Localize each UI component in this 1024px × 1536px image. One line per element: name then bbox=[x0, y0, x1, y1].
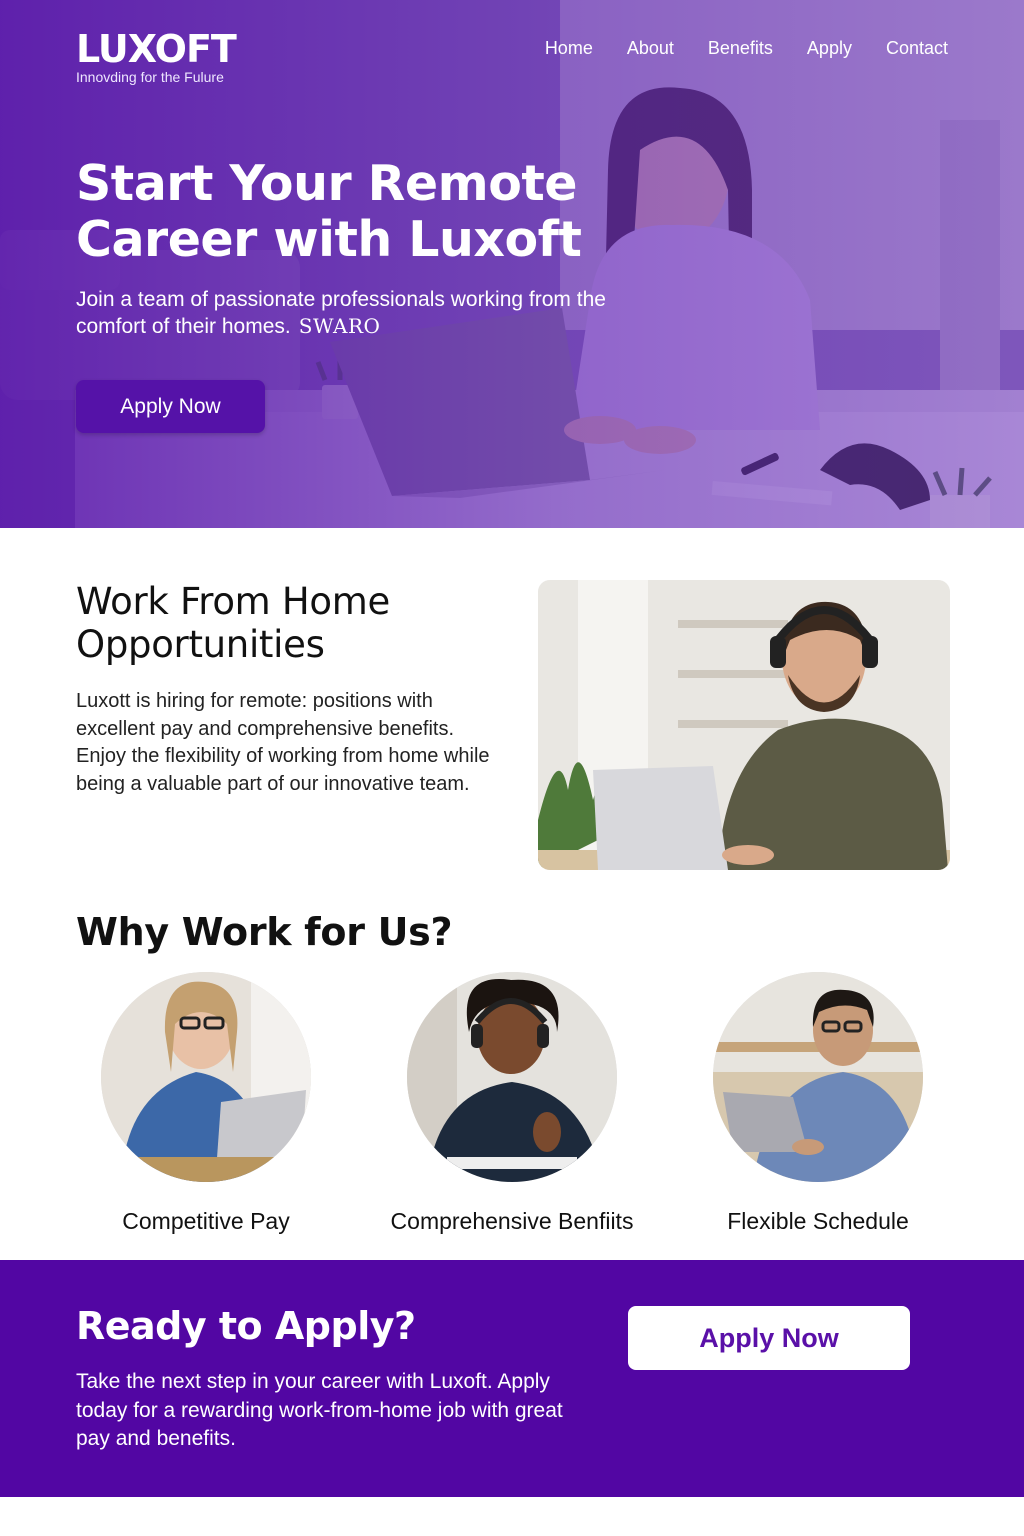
hero-apply-button[interactable]: Apply Now bbox=[76, 380, 265, 433]
nav-contact[interactable]: Contact bbox=[886, 38, 948, 59]
hero-section: LUXOFT Innovding for the Fulure Home Abo… bbox=[0, 0, 1024, 528]
feature-label-pay: Competitive Pay bbox=[122, 1208, 290, 1234]
nav-home[interactable]: Home bbox=[545, 38, 593, 59]
feature-label-benefits: Comprehensive Benfiits bbox=[390, 1208, 634, 1234]
feature-competitive-pay: Competitive Pay bbox=[56, 972, 356, 1235]
feature-flexible-schedule: Flexible Schedule bbox=[668, 972, 968, 1235]
cta-title: Ready to Apply? bbox=[76, 1304, 416, 1348]
opportunities-title: Work From Home Opportunities bbox=[76, 580, 390, 666]
nav-benefits[interactable]: Benefits bbox=[708, 38, 773, 59]
opportunities-body: Luxott is hiring for remote: positions w… bbox=[76, 690, 490, 795]
woman-with-headset-photo bbox=[407, 972, 617, 1182]
feature-label-schedule: Flexible Schedule bbox=[727, 1208, 909, 1234]
hero-title: Start Your Remote Career with Luxoft bbox=[76, 155, 582, 268]
cta-section: Ready to Apply? Take the next step in yo… bbox=[0, 1260, 1024, 1497]
feature-benefits: Comprehensive Benfiits bbox=[362, 972, 662, 1235]
cta-apply-button[interactable]: Apply Now bbox=[628, 1306, 910, 1370]
logo[interactable]: LUXOFT Innovding for the Fulure bbox=[76, 27, 237, 85]
why-title: Why Work for Us? bbox=[76, 910, 453, 954]
cta-body: Take the next step in your career with L… bbox=[76, 1370, 563, 1450]
hero-signature: SWARO bbox=[298, 314, 381, 338]
logo-tagline: Innovding for the Fulure bbox=[76, 69, 224, 85]
main-nav: Home About Benefits Apply Contact bbox=[545, 38, 948, 59]
nav-apply[interactable]: Apply bbox=[807, 38, 852, 59]
nav-about[interactable]: About bbox=[627, 38, 674, 59]
hero-subtitle: Join a team of passionate professionals … bbox=[76, 286, 636, 340]
man-with-headset-photo bbox=[538, 580, 950, 870]
woman-with-glasses-photo bbox=[101, 972, 311, 1182]
man-on-couch-photo bbox=[713, 972, 923, 1182]
logo-wordmark: LUXOFT bbox=[76, 27, 237, 71]
